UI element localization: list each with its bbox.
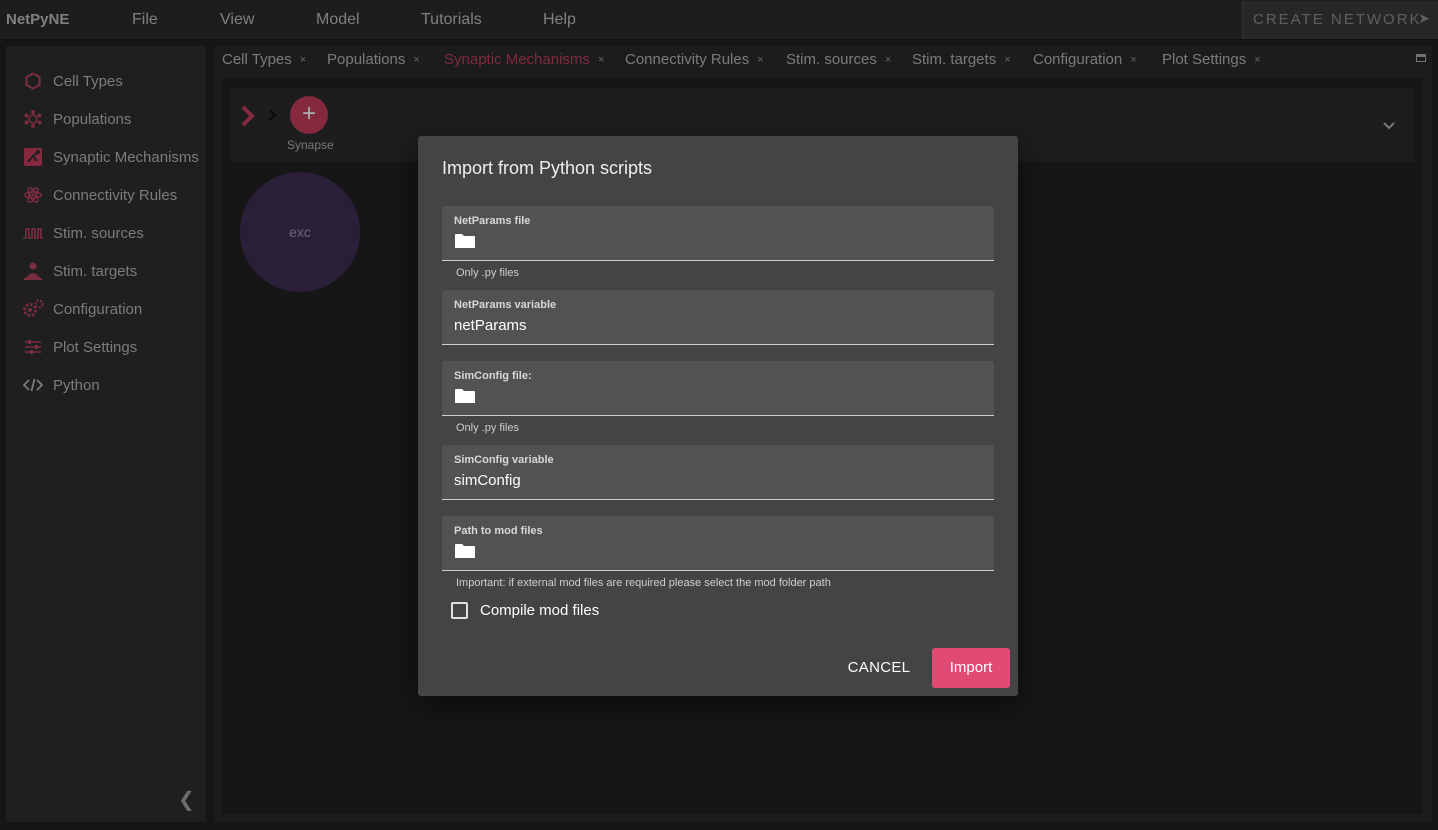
field-value[interactable]: netParams <box>454 317 527 334</box>
folder-icon[interactable] <box>454 233 476 249</box>
simconfig-file-field[interactable]: SimConfig file: <box>442 361 994 416</box>
field-value[interactable]: simConfig <box>454 472 521 489</box>
field-label: Path to mod files <box>454 525 543 537</box>
simconfig-variable-field[interactable]: SimConfig variable simConfig <box>442 445 994 500</box>
cancel-button[interactable]: CANCEL <box>840 648 918 688</box>
field-label: SimConfig file: <box>454 370 532 382</box>
field-label: SimConfig variable <box>454 454 554 466</box>
compile-mod-files-label: Compile mod files <box>480 602 600 619</box>
import-dialog: Import from Python scripts NetParams fil… <box>418 136 1018 696</box>
mod-path-field[interactable]: Path to mod files <box>442 516 994 571</box>
compile-mod-files-row[interactable]: Compile mod files <box>451 602 599 619</box>
compile-mod-files-checkbox[interactable] <box>451 602 468 619</box>
netparams-variable-field[interactable]: NetParams variable netParams <box>442 290 994 345</box>
folder-icon[interactable] <box>454 543 476 559</box>
dialog-title: Import from Python scripts <box>442 158 653 178</box>
mod-path-helper-text: Important: if external mod files are req… <box>456 577 831 589</box>
simconfig-helper-text: Only .py files <box>456 422 519 434</box>
field-label: NetParams variable <box>454 299 557 311</box>
import-button[interactable]: Import <box>932 648 1010 688</box>
netparams-helper-text: Only .py files <box>456 267 519 279</box>
field-label: NetParams file <box>454 215 531 227</box>
folder-icon[interactable] <box>454 388 476 404</box>
netparams-file-field[interactable]: NetParams file <box>442 206 994 261</box>
